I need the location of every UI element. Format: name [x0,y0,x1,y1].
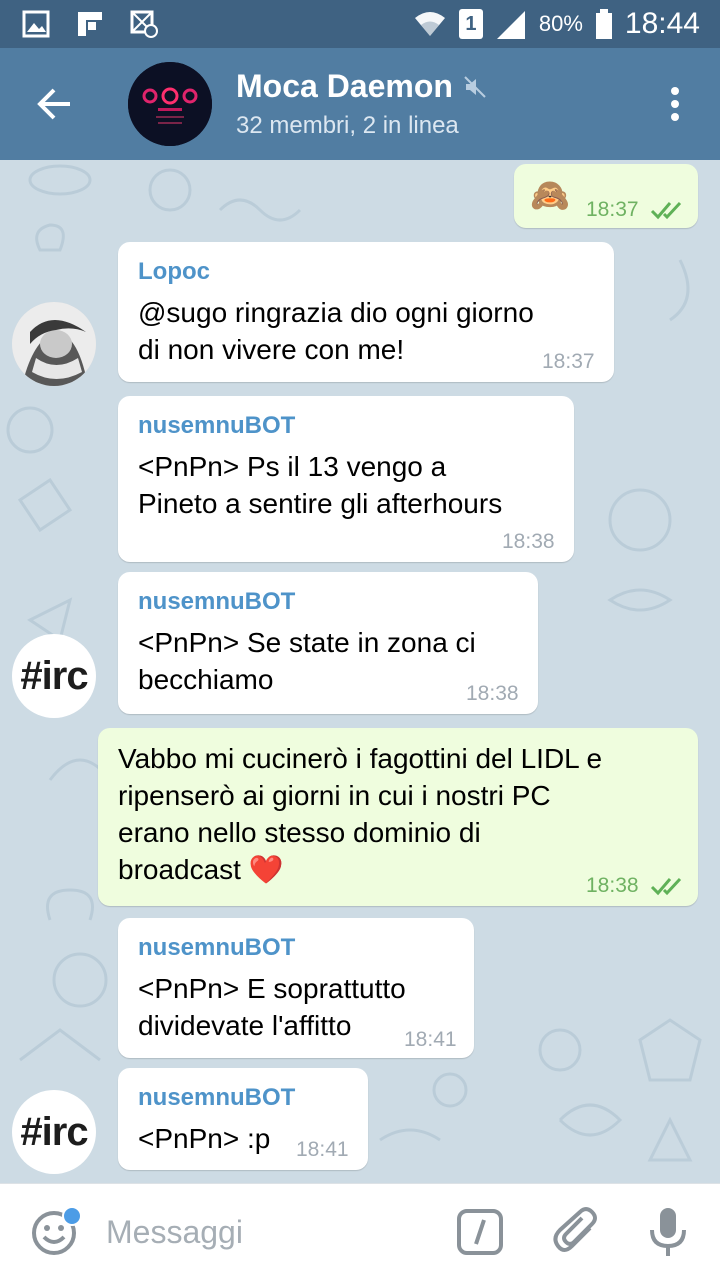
microphone-icon[interactable] [648,1206,688,1258]
message-time: 18:38 [502,530,555,553]
group-avatar[interactable] [128,62,212,146]
member-status: 32 membri, 2 in linea [236,112,459,139]
message-text: Vabbo mi cucinerò i fagottini del LIDL e… [118,743,603,885]
clock: 18:44 [624,7,700,40]
chat-header: Moca Daemon 32 membri, 2 in linea [0,48,720,160]
muted-icon [464,75,486,98]
avatar-label: #irc [20,1109,88,1154]
email-image-icon [130,10,158,38]
message-bubble-incoming[interactable]: nusemnuBOT <PnPn> Se state in zona ci be… [118,572,538,714]
message-text: <PnPn> E soprattutto dividevate l'affitt… [138,973,406,1041]
back-arrow-icon[interactable] [34,84,74,124]
status-bar: 1 80% 18:44 [0,0,720,48]
avatar-lopoc[interactable] [12,302,96,386]
message-bubble-outgoing[interactable]: 🙈 18:37 [514,164,698,228]
message-text: <PnPn> Se state in zona ci becchiamo [138,627,476,695]
message-text: @sugo ringrazia dio ogni giorno di non v… [138,297,534,365]
group-logo-image [128,62,212,146]
message-text: <PnPn> :p [138,1123,271,1154]
message-text: <PnPn> Ps il 13 vengo a Pineto a sentire… [138,451,503,519]
gallery-icon [22,10,50,38]
message-input[interactable]: Messaggi [106,1214,243,1251]
user-photo [12,302,96,386]
chat-title[interactable]: Moca Daemon [236,68,487,105]
group-name: Moca Daemon [236,68,453,104]
sender-name: nusemnuBOT [138,1084,296,1111]
message-bubble-incoming[interactable]: nusemnuBOT <PnPn> Ps il 13 vengo a Pinet… [118,396,574,562]
message-bubble-incoming[interactable]: nusemnuBOT <PnPn> E soprattutto divideva… [118,918,474,1058]
more-options-icon[interactable] [670,86,680,122]
message-bubble-outgoing[interactable]: Vabbo mi cucinerò i fagottini del LIDL e… [98,728,698,906]
message-time: 18:41 [404,1028,457,1051]
message-time: 18:38 [586,874,639,897]
flipboard-icon [78,12,102,36]
sender-name: Lopoc [138,258,210,285]
signal-icon [496,11,525,39]
sim-indicator: 1 [458,9,483,39]
message-time: 18:41 [296,1138,349,1161]
avatar-irc[interactable]: #irc [12,634,96,718]
avatar-label: #irc [20,653,88,698]
double-check-icon [650,201,682,220]
battery-percent: 80% [538,11,583,36]
wifi-icon [414,12,445,36]
sender-name: nusemnuBOT [138,934,296,961]
double-check-icon [650,877,682,896]
message-time: 18:37 [542,350,595,373]
message-time: 18:37 [586,198,639,221]
attach-icon[interactable] [552,1206,600,1258]
bot-command-icon[interactable] [456,1208,504,1256]
message-bubble-incoming[interactable]: Lopoc @sugo ringrazia dio ogni giorno di… [118,242,614,382]
message-text: 🙈 [530,177,570,213]
notification-dot [62,1206,82,1226]
sender-name: nusemnuBOT [138,412,296,439]
message-time: 18:38 [466,682,519,705]
message-bubble-incoming[interactable]: nusemnuBOT <PnPn> :p 18:41 [118,1068,368,1170]
sender-name: nusemnuBOT [138,588,296,615]
message-list[interactable]: 🙈 18:37 Lopoc @sugo ringrazia dio ogni g… [0,160,720,1183]
battery-icon [595,9,612,39]
message-input-bar: Messaggi [0,1183,720,1281]
avatar-irc[interactable]: #irc [12,1090,96,1174]
